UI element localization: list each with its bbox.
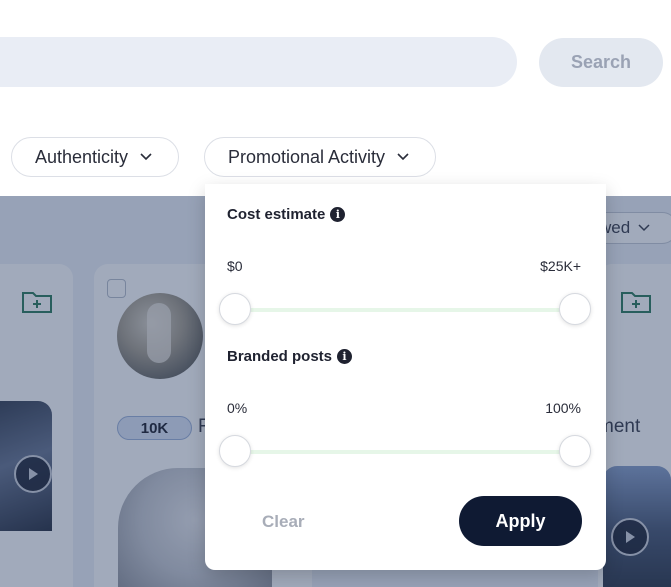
chevron-down-icon bbox=[397, 153, 409, 161]
cost-max-label: $25K+ bbox=[540, 258, 581, 274]
branded-posts-title: Branded posts i bbox=[227, 348, 353, 365]
info-icon[interactable]: i bbox=[337, 349, 353, 364]
filter-bar: Authenticity Promotional Activity bbox=[0, 100, 671, 196]
branded-slider-max-handle[interactable] bbox=[559, 435, 591, 467]
cost-estimate-title-text: Cost estimate bbox=[227, 206, 326, 223]
apply-button[interactable]: Apply bbox=[459, 496, 582, 546]
branded-max-label: 100% bbox=[545, 400, 581, 416]
promotional-activity-dropdown: Cost estimate i $0 $25K+ Branded posts i… bbox=[205, 184, 606, 570]
cost-slider-max-handle[interactable] bbox=[559, 293, 591, 325]
search-button[interactable]: Search bbox=[539, 38, 663, 87]
cost-min-label: $0 bbox=[227, 258, 243, 274]
branded-slider-min-handle[interactable] bbox=[219, 435, 251, 467]
branded-posts-title-text: Branded posts bbox=[227, 348, 333, 365]
cost-slider-track[interactable] bbox=[233, 308, 575, 312]
cost-slider-min-handle[interactable] bbox=[219, 293, 251, 325]
branded-min-label: 0% bbox=[227, 400, 248, 416]
top-bar: Search bbox=[0, 0, 671, 100]
info-icon[interactable]: i bbox=[330, 207, 346, 222]
chevron-down-icon bbox=[140, 153, 152, 161]
filter-authenticity-label: Authenticity bbox=[35, 146, 129, 167]
filter-promotional-activity[interactable]: Promotional Activity bbox=[204, 137, 436, 177]
clear-button[interactable]: Clear bbox=[262, 512, 305, 532]
branded-slider-track[interactable] bbox=[233, 450, 575, 454]
cost-estimate-title: Cost estimate i bbox=[227, 206, 346, 223]
filter-promotional-activity-label: Promotional Activity bbox=[228, 146, 386, 167]
search-input[interactable] bbox=[0, 37, 517, 87]
filter-authenticity[interactable]: Authenticity bbox=[11, 137, 179, 177]
